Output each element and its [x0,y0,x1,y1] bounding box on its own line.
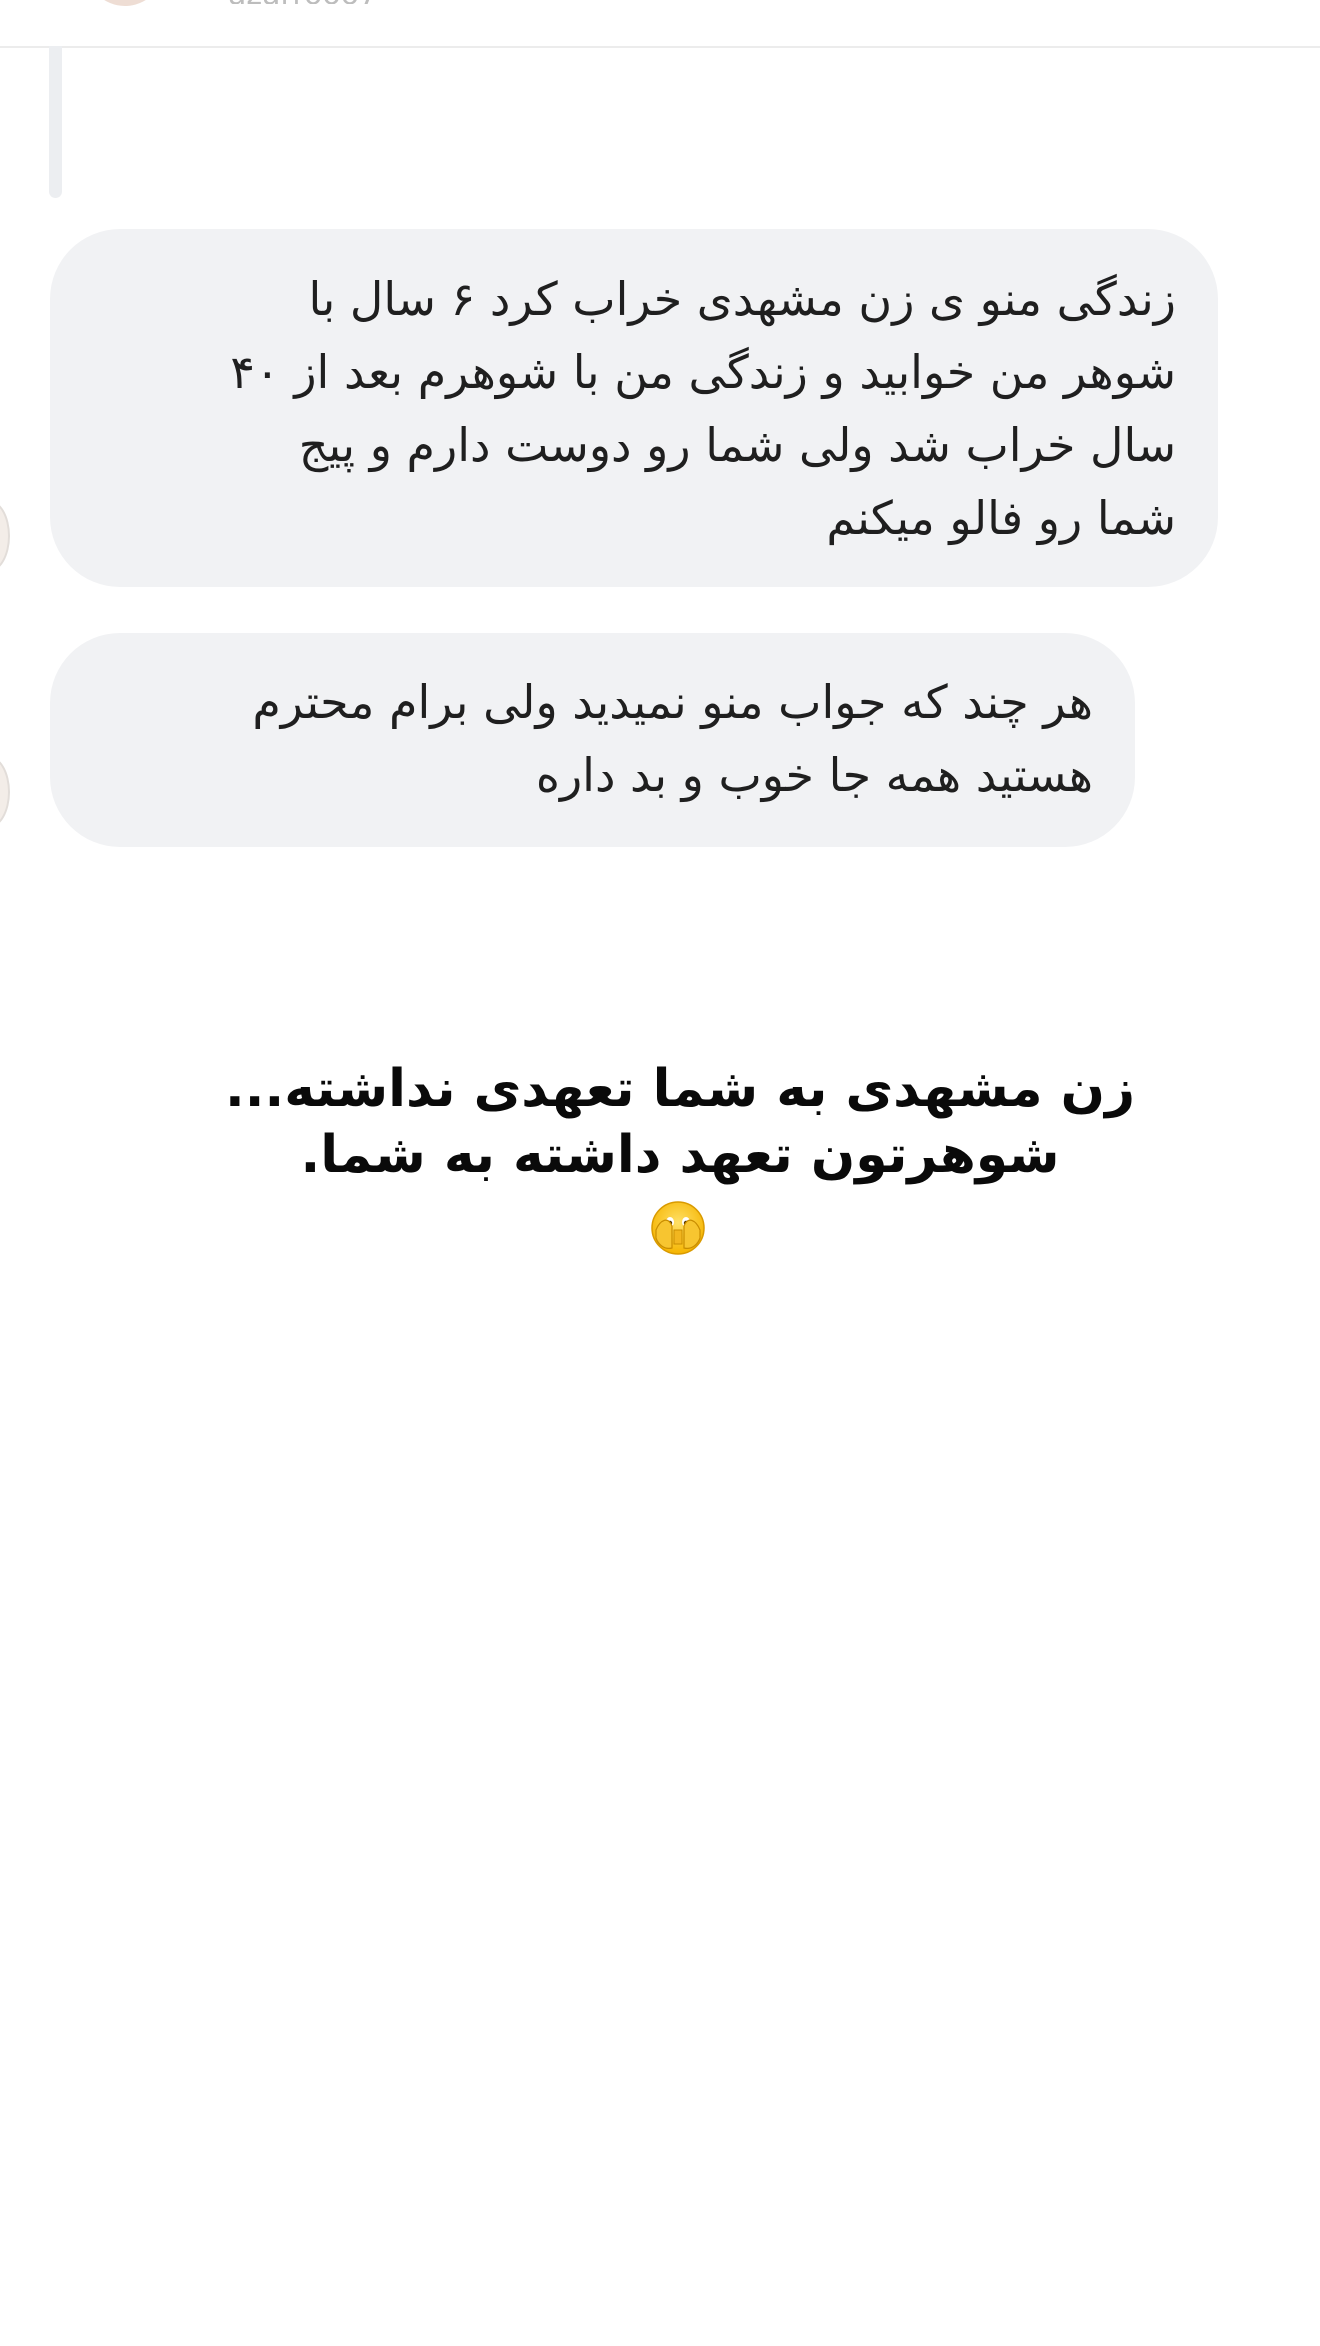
caption-line-2: شوهرتون تعهد داشته به شما. [300,1125,1060,1185]
avatar[interactable] [86,0,164,6]
message-bubble[interactable]: هر چند که جواب منو نمیدید ولی برام محترم… [50,633,1135,847]
sender-avatar[interactable] [0,500,10,572]
face-hand-over-mouth-emoji-icon [651,1201,705,1255]
reply-quote-bar [49,46,62,198]
username-label[interactable]: azarrooo7 [228,0,438,4]
story-caption: زن مشهدی به شما تعهدی نداشته... شوهرتون … [200,1056,1160,1188]
sender-avatar[interactable] [0,756,10,828]
caption-line-1: زن مشهدی به شما تعهدی نداشته... [225,1059,1135,1119]
message-bubble[interactable]: زندگی منو ی زن مشهدی خراب کرد ۶ سال با ش… [50,229,1218,587]
chat-header: azarrooo7 [0,0,1320,48]
